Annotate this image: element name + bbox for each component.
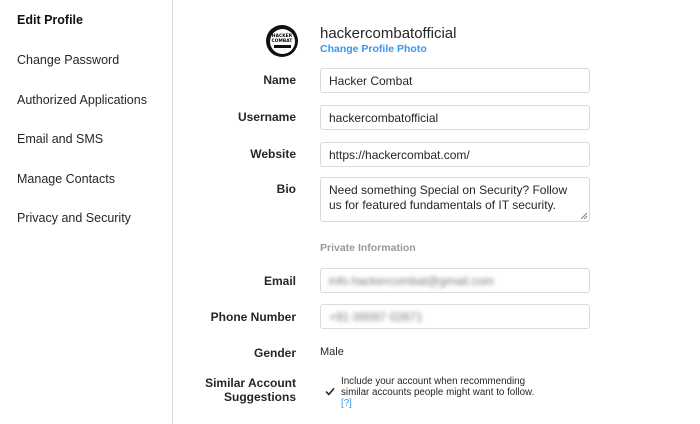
sidebar-item-authorized-applications[interactable]: Authorized Applications (17, 93, 147, 107)
gender-label: Gender (253, 346, 296, 360)
avatar-logo: HACKER COMBAT (269, 28, 295, 54)
settings-sidebar: Edit Profile Change Password Authorized … (0, 0, 173, 424)
checkmark-icon (324, 387, 335, 396)
avatar-logo-text-2: COMBAT (271, 39, 293, 44)
name-label: Name (263, 73, 296, 87)
username-label: Username (237, 110, 296, 124)
gender-value[interactable]: Male (320, 346, 344, 358)
resize-handle-icon[interactable] (580, 212, 587, 219)
profile-username-heading: hackercombatofficial (320, 25, 457, 42)
phone-number-label: Phone Number (210, 310, 296, 324)
username-input[interactable]: hackercombatofficial (320, 105, 590, 130)
name-input[interactable]: Hacker Combat (320, 68, 590, 93)
similar-account-description: Include your account when recommending s… (341, 376, 535, 409)
email-input[interactable]: info.hackercombat@gmail.com (320, 268, 590, 293)
avatar[interactable]: HACKER COMBAT (266, 25, 298, 57)
sidebar-item-edit-profile[interactable]: Edit Profile (17, 13, 83, 27)
sidebar-item-privacy-and-security[interactable]: Privacy and Security (17, 211, 131, 225)
phone-number-input[interactable]: +91 00097 02871 (320, 304, 590, 329)
similar-account-checkbox[interactable] (323, 385, 336, 398)
private-information-heading: Private Information (320, 242, 416, 254)
change-profile-photo-link[interactable]: Change Profile Photo (320, 43, 427, 55)
website-label: Website (250, 147, 296, 161)
similar-account-help-link[interactable]: [?] (341, 398, 352, 409)
bio-label: Bio (276, 182, 296, 196)
similar-account-suggestions-label: Similar Account Suggestions (205, 376, 296, 404)
bio-textarea[interactable]: Need something Special on Security? Foll… (320, 177, 590, 222)
sidebar-item-manage-contacts[interactable]: Manage Contacts (17, 172, 115, 186)
sidebar-item-email-and-sms[interactable]: Email and SMS (17, 132, 103, 146)
edit-profile-form: HACKER COMBAT hackercombatofficial Chang… (174, 0, 700, 424)
sidebar-item-change-password[interactable]: Change Password (17, 53, 119, 67)
website-input[interactable]: https://hackercombat.com/ (320, 142, 590, 167)
email-label: Email (263, 274, 296, 288)
